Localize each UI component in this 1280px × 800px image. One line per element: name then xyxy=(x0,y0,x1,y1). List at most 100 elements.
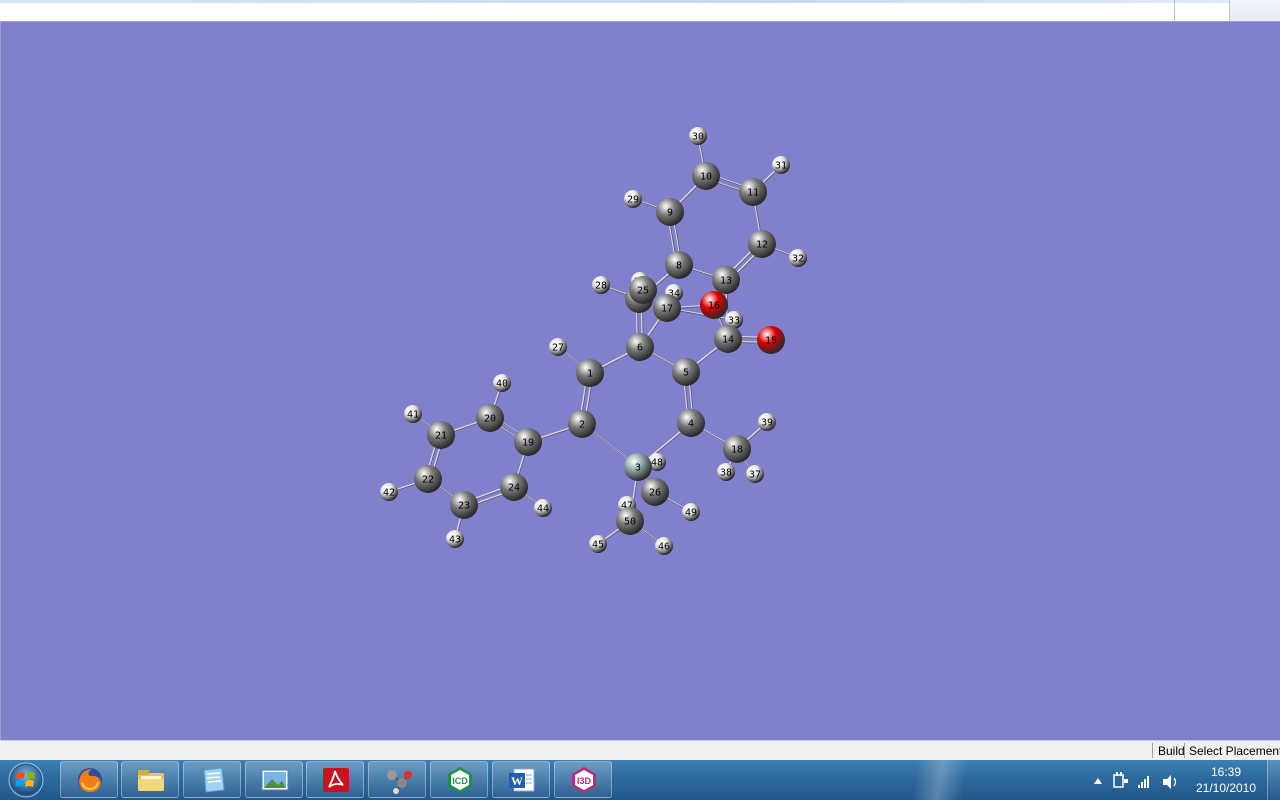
firefox-icon xyxy=(78,768,102,792)
notes-icon xyxy=(203,767,225,793)
atom-label: 25 xyxy=(637,286,649,297)
atom-C-9[interactable]: 9 xyxy=(656,198,684,226)
close-button[interactable] xyxy=(1229,0,1280,21)
icd-app-icon: ICD xyxy=(448,767,472,793)
atom-label: 28 xyxy=(595,281,607,292)
svg-text:ICD: ICD xyxy=(452,776,468,786)
atom-label: 10 xyxy=(700,172,712,183)
atom-C-50[interactable]: 50 xyxy=(616,507,644,535)
atom-C-10[interactable]: 10 xyxy=(692,162,720,190)
atom-C-11[interactable]: 11 xyxy=(739,178,767,206)
atom-H-29[interactable]: 29 xyxy=(624,190,642,208)
atom-H-45[interactable]: 45 xyxy=(589,535,607,553)
taskbar-word[interactable]: W xyxy=(492,761,550,798)
atom-label: 4 xyxy=(688,419,694,430)
molecule-canvas[interactable]: 2728293031323334353738394041424344454647… xyxy=(1,22,1279,740)
atom-C-6[interactable]: 6 xyxy=(626,333,654,361)
atom-label: 6 xyxy=(637,343,643,354)
atom-label: 45 xyxy=(592,540,604,551)
atom-label: 32 xyxy=(792,254,804,265)
network-signal-icon[interactable] xyxy=(1138,776,1149,788)
show-desktop-button[interactable] xyxy=(1267,760,1280,800)
atom-C-18[interactable]: 18 xyxy=(723,435,751,463)
word-icon: W xyxy=(509,768,535,792)
atom-label: 30 xyxy=(692,132,704,143)
atom-C-22[interactable]: 22 xyxy=(414,465,442,493)
atom-label: 44 xyxy=(537,504,549,515)
atom-label: 43 xyxy=(449,535,461,546)
atom-label: 2 xyxy=(579,420,585,431)
atom-O-15[interactable]: 15 xyxy=(757,326,785,354)
atom-C-1[interactable]: 1 xyxy=(576,359,604,387)
atom-H-31[interactable]: 31 xyxy=(772,156,790,174)
volume-icon[interactable] xyxy=(1163,775,1177,789)
atom-label: 11 xyxy=(747,188,759,199)
taskbar-molecule-viewer[interactable] xyxy=(368,761,426,798)
atom-H-32[interactable]: 32 xyxy=(789,249,807,267)
taskbar-picture-viewer[interactable] xyxy=(245,761,303,798)
atom-H-39[interactable]: 39 xyxy=(758,413,776,431)
atom-label: 9 xyxy=(667,208,673,219)
atom-H-28[interactable]: 28 xyxy=(592,276,610,294)
atom-C-21[interactable]: 21 xyxy=(427,421,455,449)
taskbar-firefox[interactable] xyxy=(60,761,118,798)
atom-label: 17 xyxy=(661,304,673,315)
atom-H-44[interactable]: 44 xyxy=(534,499,552,517)
molecule-viewport[interactable]: 2728293031323334353738394041424344454647… xyxy=(0,22,1280,740)
show-hidden-icons-icon[interactable] xyxy=(1094,778,1102,784)
atom-label: 3 xyxy=(635,463,641,474)
taskbar-notes[interactable] xyxy=(183,761,241,798)
atom-C-23[interactable]: 23 xyxy=(450,491,478,519)
atom-label: 40 xyxy=(496,379,508,390)
atom-label: 22 xyxy=(422,475,434,486)
atom-H-38[interactable]: 38 xyxy=(717,463,735,481)
atom-C-4[interactable]: 4 xyxy=(677,409,705,437)
atom-O-16[interactable]: 16 xyxy=(700,291,728,319)
atom-label: 16 xyxy=(708,301,720,312)
taskbar-pdf-reader[interactable] xyxy=(306,761,364,798)
start-button[interactable] xyxy=(6,762,46,798)
i3d-app-icon: I3D xyxy=(572,767,596,793)
atom-label: 19 xyxy=(522,438,534,449)
atom-C-13[interactable]: 13 xyxy=(712,266,740,294)
atom-label: 46 xyxy=(658,542,670,553)
atom-label: 20 xyxy=(484,414,496,425)
atom-C-25[interactable]: 25 xyxy=(629,276,657,304)
atom-label: 26 xyxy=(649,488,661,499)
atom-C-24[interactable]: 24 xyxy=(500,473,528,501)
atom-H-30[interactable]: 30 xyxy=(689,127,707,145)
atom-label: 14 xyxy=(722,335,734,346)
atom-Si-3[interactable]: 3 xyxy=(624,453,652,481)
atom-C-17[interactable]: 17 xyxy=(653,294,681,322)
taskbar-explorer[interactable] xyxy=(121,761,179,798)
status-mode: Build xyxy=(1158,744,1185,758)
status-bar: Build Select Placement xyxy=(0,740,1280,760)
power-plug-icon[interactable] xyxy=(1113,772,1128,788)
svg-text:I3D: I3D xyxy=(577,776,592,786)
maximize-button[interactable] xyxy=(1174,0,1229,21)
taskbar-icd-app[interactable]: ICD xyxy=(430,761,488,798)
atom-H-43[interactable]: 43 xyxy=(446,530,464,548)
title-bar xyxy=(0,0,1280,22)
atom-C-12[interactable]: 12 xyxy=(748,230,776,258)
atom-H-37[interactable]: 37 xyxy=(746,465,764,483)
atom-C-19[interactable]: 19 xyxy=(514,428,542,456)
atom-H-42[interactable]: 42 xyxy=(380,483,398,501)
atom-C-20[interactable]: 20 xyxy=(476,404,504,432)
atom-label: 13 xyxy=(720,276,732,287)
atom-C-8[interactable]: 8 xyxy=(665,251,693,279)
atom-label: 38 xyxy=(720,468,732,479)
atom-H-49[interactable]: 49 xyxy=(682,503,700,521)
taskbar-i3d-app[interactable]: I3D xyxy=(554,761,612,798)
atom-label: 41 xyxy=(407,410,419,421)
atom-H-41[interactable]: 41 xyxy=(404,405,422,423)
system-clock[interactable]: 16:39 21/10/2010 xyxy=(1190,764,1262,796)
atom-H-27[interactable]: 27 xyxy=(549,338,567,356)
atom-H-46[interactable]: 46 xyxy=(655,537,673,555)
atom-C-5[interactable]: 5 xyxy=(672,358,700,386)
atom-C-2[interactable]: 2 xyxy=(568,410,596,438)
atom-label: 5 xyxy=(683,368,689,379)
atom-H-40[interactable]: 40 xyxy=(493,374,511,392)
atom-C-14[interactable]: 14 xyxy=(714,325,742,353)
atom-C-26[interactable]: 26 xyxy=(641,478,669,506)
